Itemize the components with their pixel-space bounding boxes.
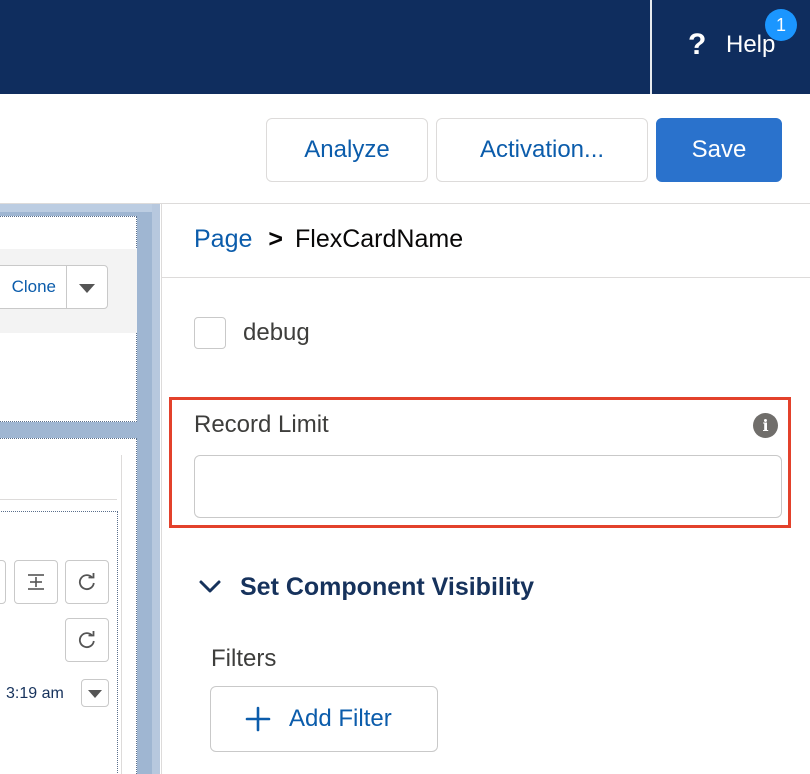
debug-checkbox[interactable] xyxy=(194,317,226,349)
record-limit-label: Record Limit xyxy=(194,411,329,438)
add-filter-label: Add Filter xyxy=(289,705,392,732)
breadcrumb-page-link[interactable]: Page xyxy=(194,225,252,253)
chevron-down-icon xyxy=(79,284,95,293)
breadcrumb-current: FlexCardName xyxy=(295,225,464,253)
visibility-section-title[interactable]: Set Component Visibility xyxy=(240,571,534,603)
record-limit-input[interactable] xyxy=(194,455,782,518)
canvas-edge xyxy=(152,204,160,774)
canvas-card-body[interactable] xyxy=(0,438,137,774)
designer-toolbar: Analyze Activation... Save xyxy=(0,94,810,204)
add-filter-button[interactable]: Add Filter xyxy=(210,686,438,752)
canvas-top-shadow xyxy=(0,204,160,212)
header-divider xyxy=(650,0,652,94)
breadcrumb-separator: > xyxy=(268,225,283,253)
timestamp-text: 3:19 am xyxy=(6,685,64,702)
chevron-down-icon xyxy=(88,690,102,698)
expand-icon[interactable] xyxy=(14,560,58,604)
time-menu-button[interactable] xyxy=(81,679,109,707)
refresh-icon[interactable] xyxy=(65,560,109,604)
clone-button[interactable]: Clone xyxy=(0,265,67,309)
info-icon[interactable]: i xyxy=(753,413,778,438)
filters-label: Filters xyxy=(211,645,277,672)
save-button[interactable]: Save xyxy=(656,118,782,182)
canvas-card-header[interactable]: Clone xyxy=(0,216,137,422)
panel-divider xyxy=(162,277,810,278)
analyze-button[interactable]: Analyze xyxy=(266,118,428,182)
breadcrumb: Page > FlexCardName xyxy=(194,222,463,256)
global-header: ? Help 1 xyxy=(0,0,810,94)
chevron-down-icon[interactable] xyxy=(198,577,222,597)
clone-menu-button[interactable] xyxy=(66,265,108,309)
canvas-action-button[interactable] xyxy=(0,560,6,604)
help-notification-badge: 1 xyxy=(765,9,797,41)
question-icon[interactable]: ? xyxy=(688,28,710,62)
card-body-divider xyxy=(0,499,117,500)
refresh-icon[interactable] xyxy=(65,618,109,662)
debug-label: debug xyxy=(243,319,310,346)
activation-button[interactable]: Activation... xyxy=(436,118,648,182)
card-canvas[interactable]: Clone 3:19 am xyxy=(0,204,160,774)
plus-icon xyxy=(245,706,271,732)
